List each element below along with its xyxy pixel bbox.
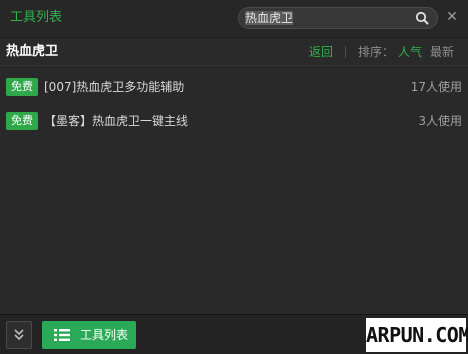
double-chevron-down-icon	[14, 329, 24, 341]
list-icon	[54, 329, 70, 341]
list-item[interactable]: 免费 [007]热血虎卫多功能辅助 17人使用	[0, 70, 468, 104]
section-header: 热血虎卫 返回 排序： 人气 最新	[0, 38, 468, 66]
search-box[interactable]: 热血虎卫	[238, 7, 438, 29]
search-icon[interactable]	[415, 11, 429, 25]
sort-label: 排序：	[358, 45, 395, 59]
list-item[interactable]: 免费 【墨客】热血虎卫一键主线 3人使用	[0, 104, 468, 138]
free-badge: 免费	[6, 112, 38, 130]
sort-newest-option[interactable]: 最新	[430, 45, 454, 59]
title-bar: 工具列表 热血虎卫 ✕	[0, 0, 468, 38]
user-count: 3人使用	[418, 114, 462, 128]
back-link[interactable]: 返回	[309, 45, 333, 59]
section-title: 热血虎卫	[6, 44, 59, 59]
tool-list-label: 工具列表	[80, 328, 129, 342]
collapse-button[interactable]	[6, 321, 32, 349]
tool-name[interactable]: 【墨客】热血虎卫一键主线	[44, 113, 188, 129]
free-badge: 免费	[6, 78, 38, 96]
watermark-logo: ARPUN.COM	[366, 318, 468, 352]
user-count: 17人使用	[410, 80, 462, 94]
tool-list: 免费 [007]热血虎卫多功能辅助 17人使用 免费 【墨客】热血虎卫一键主线 …	[0, 70, 468, 138]
sort-popular-option[interactable]: 人气	[398, 45, 422, 59]
app-title: 工具列表	[10, 10, 63, 25]
tool-name[interactable]: [007]热血虎卫多功能辅助	[44, 79, 184, 95]
close-icon[interactable]: ✕	[445, 9, 459, 25]
divider	[345, 46, 346, 58]
search-input[interactable]: 热血虎卫	[245, 10, 411, 26]
search-input-value[interactable]: 热血虎卫	[245, 11, 294, 25]
tool-list-button[interactable]: 工具列表	[42, 321, 136, 349]
